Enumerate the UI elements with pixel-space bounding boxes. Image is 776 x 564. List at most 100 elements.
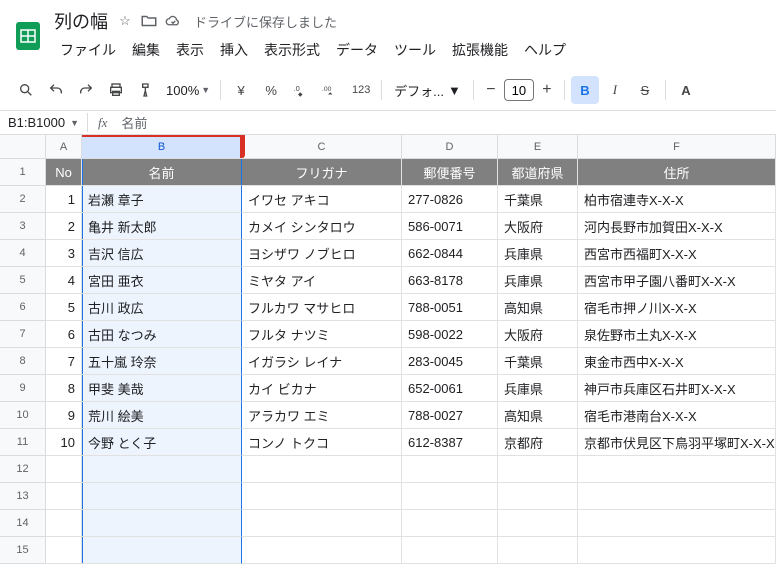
number-format-icon[interactable]: 123 bbox=[347, 76, 375, 104]
cell[interactable]: 京都府 bbox=[498, 429, 578, 456]
column-header[interactable]: A bbox=[46, 135, 82, 159]
bold-button[interactable]: B bbox=[571, 76, 599, 104]
row-header[interactable]: 1 bbox=[0, 159, 46, 186]
cell[interactable] bbox=[46, 483, 82, 510]
zoom-dropdown[interactable]: 100% ▼ bbox=[162, 81, 214, 100]
column-header[interactable]: C bbox=[242, 135, 402, 159]
menu-item[interactable]: 編集 bbox=[126, 36, 166, 64]
cell[interactable] bbox=[82, 483, 242, 510]
cell[interactable]: 兵庫県 bbox=[498, 240, 578, 267]
row-header[interactable]: 8 bbox=[0, 348, 46, 375]
currency-icon[interactable]: ¥ bbox=[227, 76, 255, 104]
cell[interactable]: 吉沢 信広 bbox=[82, 240, 242, 267]
menu-item[interactable]: 表示形式 bbox=[258, 36, 326, 64]
cell[interactable] bbox=[402, 483, 498, 510]
cell[interactable] bbox=[46, 537, 82, 564]
cell[interactable] bbox=[46, 510, 82, 537]
column-header[interactable]: D bbox=[402, 135, 498, 159]
cell[interactable] bbox=[242, 510, 402, 537]
row-header[interactable]: 15 bbox=[0, 537, 46, 564]
cell[interactable]: 千葉県 bbox=[498, 348, 578, 375]
cell[interactable]: 9 bbox=[46, 402, 82, 429]
decrease-font-size-button[interactable]: − bbox=[480, 79, 502, 101]
cell[interactable]: カイ ビカナ bbox=[242, 375, 402, 402]
column-header[interactable]: F bbox=[578, 135, 776, 159]
cell[interactable] bbox=[46, 456, 82, 483]
cell[interactable]: 3 bbox=[46, 240, 82, 267]
cell[interactable] bbox=[498, 456, 578, 483]
cell[interactable] bbox=[498, 510, 578, 537]
cell[interactable] bbox=[498, 537, 578, 564]
cell[interactable] bbox=[578, 456, 776, 483]
cell[interactable]: 荒川 絵美 bbox=[82, 402, 242, 429]
column-header[interactable]: E bbox=[498, 135, 578, 159]
cell[interactable] bbox=[82, 510, 242, 537]
cell[interactable]: 住所 bbox=[578, 159, 776, 186]
italic-button[interactable]: I bbox=[601, 76, 629, 104]
cell[interactable]: アラカワ エミ bbox=[242, 402, 402, 429]
cell[interactable]: フリガナ bbox=[242, 159, 402, 186]
menu-item[interactable]: 拡張機能 bbox=[446, 36, 514, 64]
cell[interactable]: 788-0051 bbox=[402, 294, 498, 321]
cell[interactable] bbox=[82, 537, 242, 564]
row-header[interactable]: 10 bbox=[0, 402, 46, 429]
cell[interactable]: 大阪府 bbox=[498, 321, 578, 348]
cell[interactable] bbox=[242, 483, 402, 510]
cell[interactable] bbox=[82, 456, 242, 483]
menu-item[interactable]: ヘルプ bbox=[518, 36, 572, 64]
cell[interactable]: 古田 なつみ bbox=[82, 321, 242, 348]
cell[interactable]: 古川 政広 bbox=[82, 294, 242, 321]
row-header[interactable]: 2 bbox=[0, 186, 46, 213]
cell[interactable]: 5 bbox=[46, 294, 82, 321]
cell[interactable]: 6 bbox=[46, 321, 82, 348]
cell[interactable]: 西宮市甲子園八番町X-X-X bbox=[578, 267, 776, 294]
cell[interactable]: フルタ ナツミ bbox=[242, 321, 402, 348]
menu-item[interactable]: 表示 bbox=[170, 36, 210, 64]
cell[interactable]: 東金市西中X-X-X bbox=[578, 348, 776, 375]
cell[interactable]: 788-0027 bbox=[402, 402, 498, 429]
sheets-logo[interactable] bbox=[12, 16, 44, 56]
cell[interactable]: 宿毛市押ノ川X-X-X bbox=[578, 294, 776, 321]
font-dropdown[interactable]: デフォ... ▼ bbox=[388, 79, 467, 102]
cell[interactable]: 7 bbox=[46, 348, 82, 375]
move-icon[interactable] bbox=[140, 12, 158, 30]
cell[interactable]: 宿毛市港南台X-X-X bbox=[578, 402, 776, 429]
row-header[interactable]: 4 bbox=[0, 240, 46, 267]
cell[interactable] bbox=[242, 456, 402, 483]
undo-icon[interactable] bbox=[42, 76, 70, 104]
cell[interactable] bbox=[578, 510, 776, 537]
row-header[interactable]: 9 bbox=[0, 375, 46, 402]
row-header[interactable]: 14 bbox=[0, 510, 46, 537]
cell[interactable]: 泉佐野市土丸X-X-X bbox=[578, 321, 776, 348]
row-header[interactable]: 3 bbox=[0, 213, 46, 240]
cell[interactable]: 亀井 新太郎 bbox=[82, 213, 242, 240]
print-icon[interactable] bbox=[102, 76, 130, 104]
cell[interactable]: 今野 とく子 bbox=[82, 429, 242, 456]
cell[interactable]: 652-0061 bbox=[402, 375, 498, 402]
row-header[interactable]: 11 bbox=[0, 429, 46, 456]
cell[interactable]: 662-0844 bbox=[402, 240, 498, 267]
cell[interactable] bbox=[578, 537, 776, 564]
cell[interactable] bbox=[242, 537, 402, 564]
paint-format-icon[interactable] bbox=[132, 76, 160, 104]
row-header[interactable]: 5 bbox=[0, 267, 46, 294]
cell[interactable]: 8 bbox=[46, 375, 82, 402]
row-header[interactable]: 12 bbox=[0, 456, 46, 483]
cell[interactable]: カメイ シンタロウ bbox=[242, 213, 402, 240]
cell[interactable]: 郵便番号 bbox=[402, 159, 498, 186]
cell[interactable]: 大阪府 bbox=[498, 213, 578, 240]
text-color-icon[interactable]: A bbox=[672, 76, 700, 104]
strikethrough-button[interactable]: S bbox=[631, 76, 659, 104]
menu-item[interactable]: 挿入 bbox=[214, 36, 254, 64]
name-box[interactable]: B1:B1000▼ bbox=[0, 113, 88, 132]
menu-item[interactable]: ファイル bbox=[54, 36, 122, 64]
increase-decimal-icon[interactable]: .00 bbox=[317, 76, 345, 104]
star-icon[interactable]: ☆ bbox=[116, 12, 134, 30]
cell[interactable]: 京都市伏見区下鳥羽平塚町X-X-X bbox=[578, 429, 776, 456]
increase-font-size-button[interactable]: + bbox=[536, 79, 558, 101]
percent-icon[interactable]: % bbox=[257, 76, 285, 104]
decrease-decimal-icon[interactable]: .0 bbox=[287, 76, 315, 104]
cell[interactable] bbox=[402, 510, 498, 537]
cell[interactable]: 4 bbox=[46, 267, 82, 294]
cell[interactable]: 神戸市兵庫区石井町X-X-X bbox=[578, 375, 776, 402]
